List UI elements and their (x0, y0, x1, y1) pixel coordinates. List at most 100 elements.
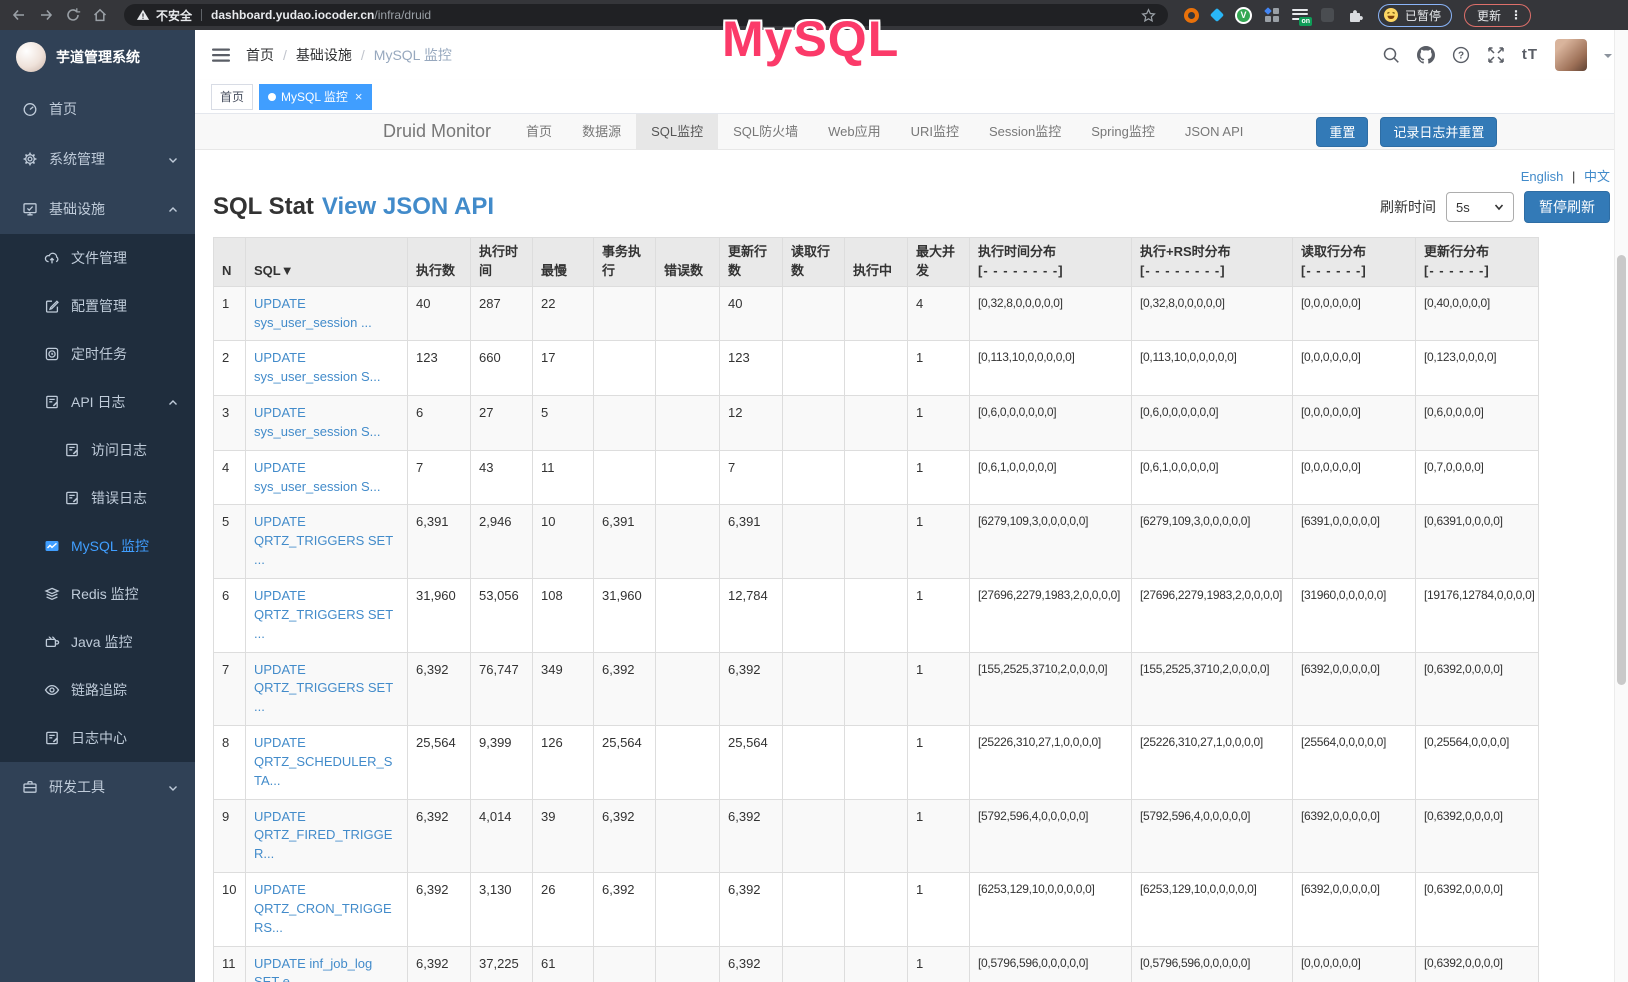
scrollbar-thumb[interactable] (1617, 255, 1626, 685)
extension-donut-icon[interactable] (1184, 8, 1199, 23)
sql-link[interactable]: UPDATE QRTZ_TRIGGERS SET ... (254, 514, 393, 567)
sidebar-item-首页[interactable]: 首页 (0, 84, 195, 134)
page-scrollbar[interactable] (1614, 30, 1628, 982)
sidebar-item-Java-监控[interactable]: Java 监控 (0, 618, 195, 666)
sidebar-item-基础设施[interactable]: 基础设施 (0, 184, 195, 234)
sidebar-item-Redis-监控[interactable]: Redis 监控 (0, 570, 195, 618)
sql-link[interactable]: UPDATE QRTZ_SCHEDULER_STA... (254, 735, 392, 788)
app-logo[interactable]: 芋道管理系统 (0, 30, 195, 84)
fullscreen-icon[interactable] (1487, 46, 1505, 64)
cell: 6,392 (720, 946, 783, 982)
table-row: 7UPDATE QRTZ_TRIGGERS SET ...6,39276,747… (214, 652, 1539, 726)
forward-icon[interactable] (37, 6, 55, 24)
search-icon[interactable] (1382, 46, 1400, 64)
cell (845, 286, 908, 341)
lang-chinese-link[interactable]: 中文 (1584, 169, 1610, 184)
cell: [0,0,0,0,0,0] (1293, 341, 1416, 396)
extension-list-icon[interactable]: on (1292, 9, 1308, 22)
sql-link[interactable]: UPDATE QRTZ_CRON_TRIGGERS... (254, 882, 392, 935)
cell: 4 (908, 286, 970, 341)
reload-icon[interactable] (64, 6, 82, 24)
sql-link[interactable]: UPDATE QRTZ_TRIGGERS SET ... (254, 662, 393, 715)
font-size-icon[interactable]: tT (1522, 46, 1538, 64)
cell: [6253,129,10,0,0,0,0,0] (1132, 873, 1293, 947)
extensions-puzzle-icon[interactable] (1347, 7, 1363, 23)
user-menu-caret-icon[interactable] (1604, 54, 1612, 62)
sql-link[interactable]: UPDATE sys_user_session S... (254, 460, 380, 494)
sidebar-item-链路追踪[interactable]: 链路追踪 (0, 666, 195, 714)
breadcrumb-item-首页[interactable]: 首页 (246, 45, 274, 65)
chevron-down-icon (167, 153, 179, 165)
address-bar[interactable]: 不安全 dashboard.yudao.iocoder.cn/infra/dru… (124, 4, 1168, 26)
druid-nav-SQL防火墙[interactable]: SQL防火墙 (718, 114, 813, 149)
cell (783, 578, 845, 652)
druid-nav-URI监控[interactable]: URI监控 (896, 114, 974, 149)
column-header-SQL[interactable]: SQL▼ (246, 238, 408, 287)
extension-dark-icon[interactable] (1321, 8, 1334, 22)
log-icon (44, 394, 60, 410)
hamburger-icon[interactable] (211, 45, 231, 65)
sidebar-item-API-日志[interactable]: API 日志 (0, 378, 195, 426)
sidebar-item-访问日志[interactable]: 访问日志 (0, 426, 195, 474)
user-avatar[interactable] (1555, 39, 1587, 71)
security-label[interactable]: 不安全 (156, 7, 192, 24)
sql-link[interactable]: UPDATE QRTZ_FIRED_TRIGGER... (254, 809, 392, 862)
cell: 1 (908, 873, 970, 947)
refresh-interval-select[interactable]: 5s (1446, 192, 1514, 222)
select-caret-icon (1494, 202, 1504, 212)
sql-link[interactable]: UPDATE sys_user_session S... (254, 350, 380, 384)
log-and-reset-button[interactable]: 记录日志并重置 (1380, 117, 1497, 147)
profile-paused-badge[interactable]: 已暂停 (1378, 4, 1452, 27)
druid-nav-Spring监控[interactable]: Spring监控 (1076, 114, 1170, 149)
breadcrumb-item-基础设施[interactable]: 基础设施 (296, 45, 352, 65)
cell: 12,784 (720, 578, 783, 652)
reset-button[interactable]: 重置 (1316, 117, 1368, 147)
close-icon[interactable]: × (355, 89, 363, 104)
browser-update-button[interactable]: 更新 ⋮ (1464, 4, 1531, 27)
druid-nav-JSON-API[interactable]: JSON API (1170, 114, 1259, 149)
back-icon[interactable] (10, 6, 28, 24)
cell: 40 (720, 286, 783, 341)
druid-nav-Session监控[interactable]: Session监控 (974, 114, 1076, 149)
help-icon[interactable]: ? (1452, 46, 1470, 64)
sql-link[interactable]: UPDATE QRTZ_TRIGGERS SET ... (254, 588, 393, 641)
extension-vue-devtools-icon[interactable]: V (1235, 7, 1252, 24)
sidebar-item-label: 访问日志 (91, 440, 147, 460)
sidebar-item-研发工具[interactable]: 研发工具 (0, 762, 195, 812)
extension-gem-icon[interactable] (1210, 8, 1224, 22)
druid-nav-Web应用[interactable]: Web应用 (813, 114, 896, 149)
druid-nav-数据源[interactable]: 数据源 (567, 114, 636, 149)
sidebar-item-文件管理[interactable]: 文件管理 (0, 234, 195, 282)
cell: 9,399 (471, 726, 533, 800)
druid-nav-SQL监控[interactable]: SQL监控 (636, 114, 718, 149)
github-icon[interactable] (1417, 46, 1435, 64)
gear-icon (22, 151, 38, 167)
tag-首页[interactable]: 首页 (211, 84, 253, 110)
lang-english-link[interactable]: English (1521, 169, 1564, 184)
browser-menu-icon[interactable]: ⋮ (1510, 8, 1522, 22)
sql-link[interactable]: UPDATE sys_user_session S... (254, 405, 380, 439)
view-json-api-link[interactable]: View JSON API (322, 193, 494, 220)
browser-chrome: 不安全 dashboard.yudao.iocoder.cn/infra/dru… (0, 0, 1628, 30)
tag-MySQL-监控[interactable]: MySQL 监控× (259, 84, 372, 110)
druid-nav-首页[interactable]: 首页 (511, 114, 567, 149)
sql-link[interactable]: UPDATE inf_job_log SET e... (254, 956, 372, 982)
cell: [0,6392,0,0,0,0] (1416, 946, 1539, 982)
sidebar-item-MySQL-监控[interactable]: MySQL 监控 (0, 522, 195, 570)
home-icon[interactable] (91, 6, 109, 24)
cell: 4 (214, 450, 246, 505)
sidebar-item-系统管理[interactable]: 系统管理 (0, 134, 195, 184)
pause-refresh-button[interactable]: 暂停刷新 (1524, 191, 1610, 223)
bookmark-star-icon[interactable] (1141, 8, 1156, 23)
extension-squares-icon[interactable] (1265, 8, 1279, 22)
sql-link[interactable]: UPDATE sys_user_session ... (254, 296, 372, 330)
layers-icon (44, 586, 60, 602)
sidebar-item-定时任务[interactable]: 定时任务 (0, 330, 195, 378)
cell (656, 505, 720, 579)
sidebar-item-日志中心[interactable]: 日志中心 (0, 714, 195, 762)
sidebar-item-配置管理[interactable]: 配置管理 (0, 282, 195, 330)
url-text[interactable]: dashboard.yudao.iocoder.cn/infra/druid (211, 8, 431, 22)
sidebar-item-错误日志[interactable]: 错误日志 (0, 474, 195, 522)
page-title: SQL Stat (213, 193, 314, 220)
druid-brand[interactable]: Druid Monitor (383, 121, 491, 142)
